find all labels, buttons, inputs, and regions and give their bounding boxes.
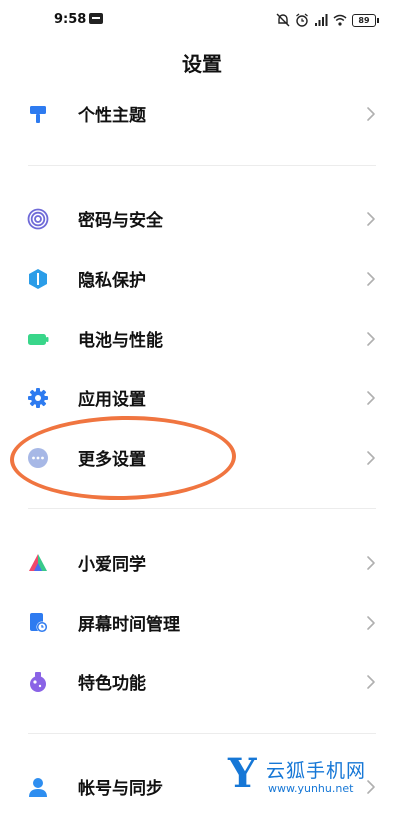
watermark-url: www.yunhu.net bbox=[268, 782, 354, 795]
fingerprint-icon bbox=[27, 208, 49, 230]
chevron-right-icon bbox=[364, 448, 378, 468]
privacy-shield-icon bbox=[27, 268, 49, 290]
chevron-right-icon bbox=[364, 613, 378, 633]
section-divider bbox=[28, 508, 376, 509]
alarm-icon bbox=[296, 13, 308, 27]
settings-item-label: 屏幕时间管理 bbox=[78, 615, 180, 635]
settings-item-8[interactable]: 屏幕时间管理 bbox=[0, 593, 404, 653]
chevron-right-icon bbox=[364, 329, 378, 349]
signal-icon bbox=[315, 14, 328, 26]
settings-item-1[interactable]: 个性主题 bbox=[0, 84, 404, 144]
settings-item-label: 小爱同学 bbox=[78, 555, 146, 575]
hourglass-clock-icon bbox=[27, 612, 49, 634]
watermark: Y 云狐手机网 www.yunhu.net bbox=[228, 752, 400, 802]
battery-icon bbox=[27, 328, 49, 350]
settings-item-label: 帐号与同步 bbox=[78, 779, 163, 799]
status-icons: 89 bbox=[276, 10, 379, 30]
xiaoai-icon bbox=[27, 552, 49, 574]
settings-item-label: 电池与性能 bbox=[78, 331, 163, 351]
chevron-right-icon bbox=[364, 388, 378, 408]
chevron-right-icon bbox=[364, 269, 378, 289]
wifi-icon bbox=[333, 14, 347, 26]
settings-item-5[interactable]: 应用设置 bbox=[0, 368, 404, 428]
battery-indicator: 89 bbox=[352, 13, 379, 27]
settings-item-label: 密码与安全 bbox=[78, 211, 163, 231]
status-bar: 9:58 89 bbox=[0, 0, 404, 40]
status-time: 9:58 bbox=[54, 12, 87, 27]
chevron-right-icon bbox=[364, 104, 378, 124]
muted-bell-icon bbox=[276, 13, 290, 27]
settings-item-label: 隐私保护 bbox=[78, 271, 146, 291]
user-icon bbox=[27, 776, 49, 798]
chevron-right-icon bbox=[364, 553, 378, 573]
settings-item-3[interactable]: 隐私保护 bbox=[0, 249, 404, 309]
chevron-right-icon bbox=[364, 209, 378, 229]
settings-item-4[interactable]: 电池与性能 bbox=[0, 309, 404, 369]
watermark-name: 云狐手机网 bbox=[266, 760, 367, 782]
settings-item-label: 应用设置 bbox=[78, 390, 146, 410]
settings-item-7[interactable]: 小爱同学 bbox=[0, 533, 404, 593]
section-divider bbox=[28, 733, 376, 734]
settings-item-label: 个性主题 bbox=[78, 106, 146, 126]
settings-item-label: 特色功能 bbox=[78, 674, 146, 694]
potion-icon bbox=[27, 671, 49, 693]
chevron-right-icon bbox=[364, 672, 378, 692]
gear-icon bbox=[27, 387, 49, 409]
settings-item-9[interactable]: 特色功能 bbox=[0, 652, 404, 712]
paint-roller-icon bbox=[27, 103, 49, 125]
settings-item-2[interactable]: 密码与安全 bbox=[0, 189, 404, 249]
watermark-logo: Y bbox=[228, 750, 257, 797]
section-divider bbox=[28, 165, 376, 166]
page-title: 设置 bbox=[182, 52, 222, 76]
message-icon bbox=[89, 13, 103, 24]
